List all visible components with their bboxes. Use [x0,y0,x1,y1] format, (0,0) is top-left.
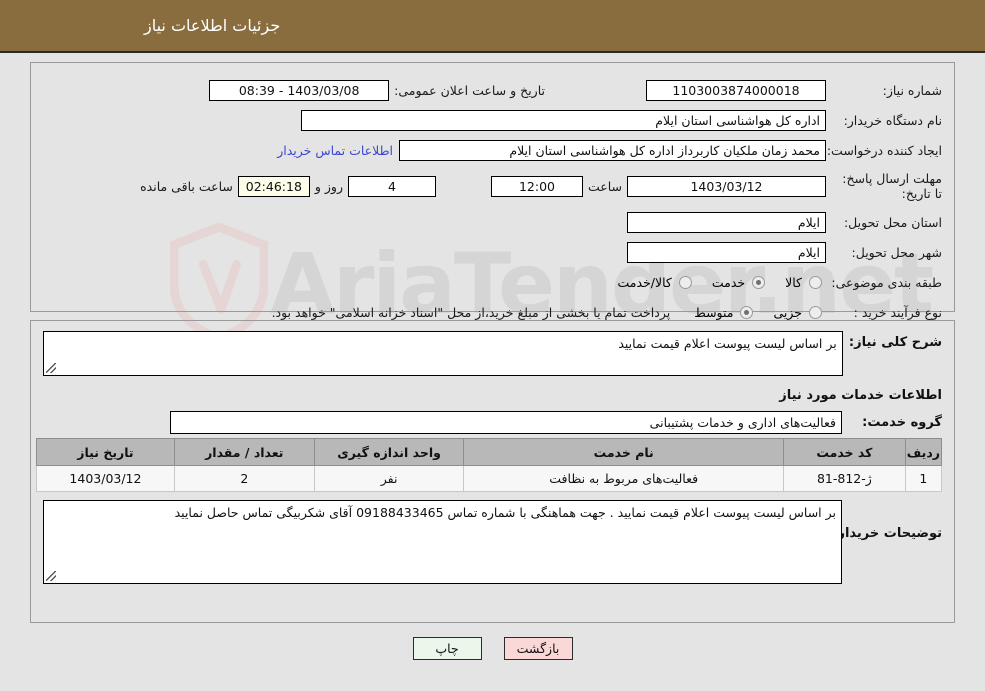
row-city: شهر محل تحویل: ایلام [43,237,942,267]
remaining-suffix-label: ساعت باقی مانده [140,178,233,194]
service-group-label: گروه خدمت: [862,415,942,430]
row-need-number: شماره نیاز: 1103003874000018 تاریخ و ساع… [43,75,942,105]
treasury-note: پرداخت تمام یا بخشی از مبلغ خرید،از محل … [271,304,671,320]
row-creator: ایجاد کننده درخواست: محمد زمان ملکیان کا… [43,135,942,165]
page-title: جزئیات اطلاعات نیاز [144,16,281,35]
td-unit: نفر [313,465,465,492]
buyer-contact-link[interactable]: اطلاعات تماس خریدار [271,143,399,158]
radio-circle-selected-icon[interactable] [752,275,766,289]
td-date: 1403/03/12 [36,465,175,492]
process-radio-group: جزیی متوسط [678,305,826,320]
deadline-label: مهلت ارسال پاسخ: تا تاریخ: [842,171,942,201]
print-button[interactable]: چاپ [412,637,482,660]
need-description-label: شرح کلی نیاز: [848,335,942,350]
row-classification: طبقه بندی موضوعی: کالا خدمت کالا/خدمت [43,267,942,297]
buyer-org-field[interactable]: اداره کل هواشناسی استان ایلام [301,109,826,131]
td-quantity: 2 [173,465,315,492]
td-index: 1 [904,465,943,492]
province-field[interactable]: ایلام [627,211,826,233]
services-table: ردیف کد خدمت نام خدمت واحد اندازه گیری ت… [36,438,943,492]
table-header-row: ردیف کد خدمت نام خدمت واحد اندازه گیری ت… [36,438,943,466]
remaining-time-field[interactable]: 02:46:18 [237,175,310,197]
radio-circle-icon[interactable] [678,275,692,289]
buyer-notes-textarea[interactable]: بر اساس لیست پیوست اعلام قیمت نمایید . ج… [43,500,842,584]
general-info-panel: شماره نیاز: 1103003874000018 تاریخ و ساع… [30,62,955,320]
deadline-time-field[interactable]: 12:00 [490,175,583,197]
radio-label: متوسط [694,304,734,320]
city-field[interactable]: ایلام [627,241,826,263]
buyer-org-label: نام دستگاه خریدار: [843,112,942,128]
footer-actions: بازگشت چاپ [0,637,985,660]
creator-label: ایجاد کننده درخواست: [826,142,942,158]
td-name: فعالیت‌های مربوط به نظافت [463,465,784,492]
th-code: کد خدمت [782,438,906,466]
radio-option-khedmat[interactable]: خدمت [712,275,769,290]
province-label: استان محل تحویل: [843,214,942,230]
page-header: جزئیات اطلاعات نیاز [0,0,985,53]
radio-option-jozei[interactable]: جزیی [773,305,826,320]
row-buyer-notes: توضیحات خریدار: بر اساس لیست پیوست اعلام… [43,500,942,584]
td-code: ژ-812-81 [782,465,906,492]
deadline-hour-label: ساعت [587,178,622,194]
radio-circle-icon[interactable] [809,305,822,319]
row-need-description: شرح کلی نیاز: بر اساس لیست پیوست اعلام ق… [43,331,942,376]
services-section-title: اطلاعات خدمات مورد نیاز [779,388,942,403]
service-group-field[interactable]: فعالیت‌های اداری و خدمات پشتیبانی [170,411,842,434]
remaining-days-label: روز و [314,178,343,194]
radio-circle-selected-icon[interactable] [740,305,754,319]
radio-label: جزیی [773,304,802,320]
page-root: AriaTender.net جزئیات اطلاعات نیاز شماره… [0,0,985,691]
remaining-days-field[interactable]: 4 [347,175,436,197]
back-button[interactable]: بازگشت [503,637,573,660]
deadline-date-field[interactable]: 1403/03/12 [627,175,826,197]
th-name: نام خدمت [463,438,784,466]
radio-label: کالا/خدمت [617,274,672,290]
th-quantity: تعداد / مقدار [173,438,315,466]
th-unit: واحد اندازه گیری [313,438,465,466]
details-panel: شرح کلی نیاز: بر اساس لیست پیوست اعلام ق… [30,320,955,623]
radio-option-kala[interactable]: کالا [785,275,826,290]
radio-circle-icon[interactable] [809,275,822,289]
city-label: شهر محل تحویل: [851,244,942,260]
creator-field[interactable]: محمد زمان ملکیان کاربرداز اداره کل هواشن… [399,139,826,161]
radio-option-kala-khedmat[interactable]: کالا/خدمت [617,275,695,290]
th-index: ردیف [904,438,943,466]
row-deadline: مهلت ارسال پاسخ: تا تاریخ: 1403/03/12 سا… [43,165,942,207]
announce-datetime-field[interactable]: 1403/03/08 - 08:39 [209,79,390,101]
radio-option-motavaset[interactable]: متوسط [694,305,757,320]
row-province: استان محل تحویل: ایلام [43,207,942,237]
classification-radio-group: کالا خدمت کالا/خدمت [601,275,826,290]
row-buyer-org: نام دستگاه خریدار: اداره کل هواشناسی است… [43,105,942,135]
th-date: تاریخ نیاز [36,438,175,466]
need-number-field[interactable]: 1103003874000018 [646,79,826,101]
buyer-notes-label: توضیحات خریدار: [832,526,942,541]
radio-label: خدمت [711,274,746,290]
need-description-textarea[interactable]: بر اساس لیست پیوست اعلام قیمت نمایید [43,331,843,376]
radio-label: کالا [785,274,802,290]
row-service-group: گروه خدمت: فعالیت‌های اداری و خدمات پشتی… [43,411,942,434]
classification-label: طبقه بندی موضوعی: [831,274,942,290]
need-number-label: شماره نیاز: [882,82,942,98]
process-label: نوع فرآیند خرید : [853,304,942,320]
table-row[interactable]: 1 ژ-812-81 فعالیت‌های مربوط به نظافت نفر… [36,465,943,492]
announce-label: تاریخ و ساعت اعلان عمومی: [394,82,545,98]
